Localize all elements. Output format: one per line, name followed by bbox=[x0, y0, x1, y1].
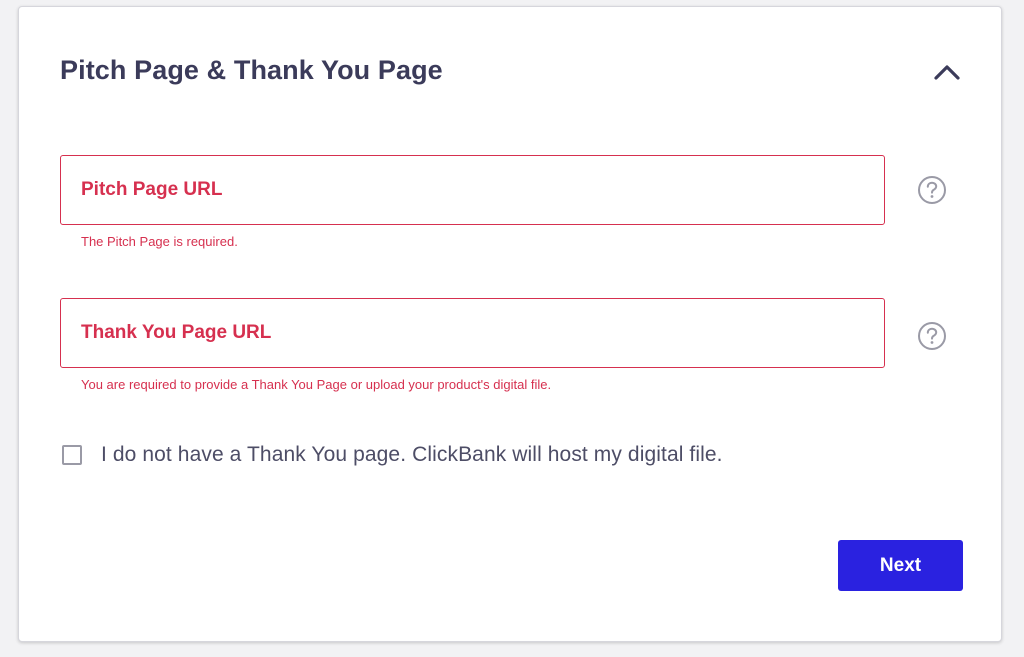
next-button[interactable]: Next bbox=[838, 540, 963, 591]
pitch-page-error: The Pitch Page is required. bbox=[81, 234, 238, 249]
pitch-page-url-input[interactable] bbox=[81, 156, 861, 224]
chevron-up-icon bbox=[934, 65, 960, 80]
host-digital-file-label: I do not have a Thank You page. ClickBan… bbox=[101, 443, 723, 466]
pitch-page-help-button[interactable] bbox=[917, 175, 947, 205]
question-circle-icon bbox=[918, 322, 946, 350]
thank-you-page-error: You are required to provide a Thank You … bbox=[81, 377, 552, 392]
question-circle-icon bbox=[918, 176, 946, 204]
pitch-page-url-field[interactable] bbox=[60, 155, 885, 225]
host-digital-file-checkbox[interactable] bbox=[62, 445, 82, 465]
host-digital-file-option[interactable]: I do not have a Thank You page. ClickBan… bbox=[62, 443, 723, 467]
section-title: Pitch Page & Thank You Page bbox=[60, 55, 443, 85]
thank-you-page-url-input[interactable] bbox=[81, 299, 861, 367]
thank-you-page-help-button[interactable] bbox=[917, 321, 947, 351]
collapse-section-button[interactable] bbox=[932, 59, 962, 85]
thank-you-page-url-field[interactable] bbox=[60, 298, 885, 368]
pitch-thank-you-card: Pitch Page & Thank You Page The Pitch Pa… bbox=[18, 6, 1002, 642]
